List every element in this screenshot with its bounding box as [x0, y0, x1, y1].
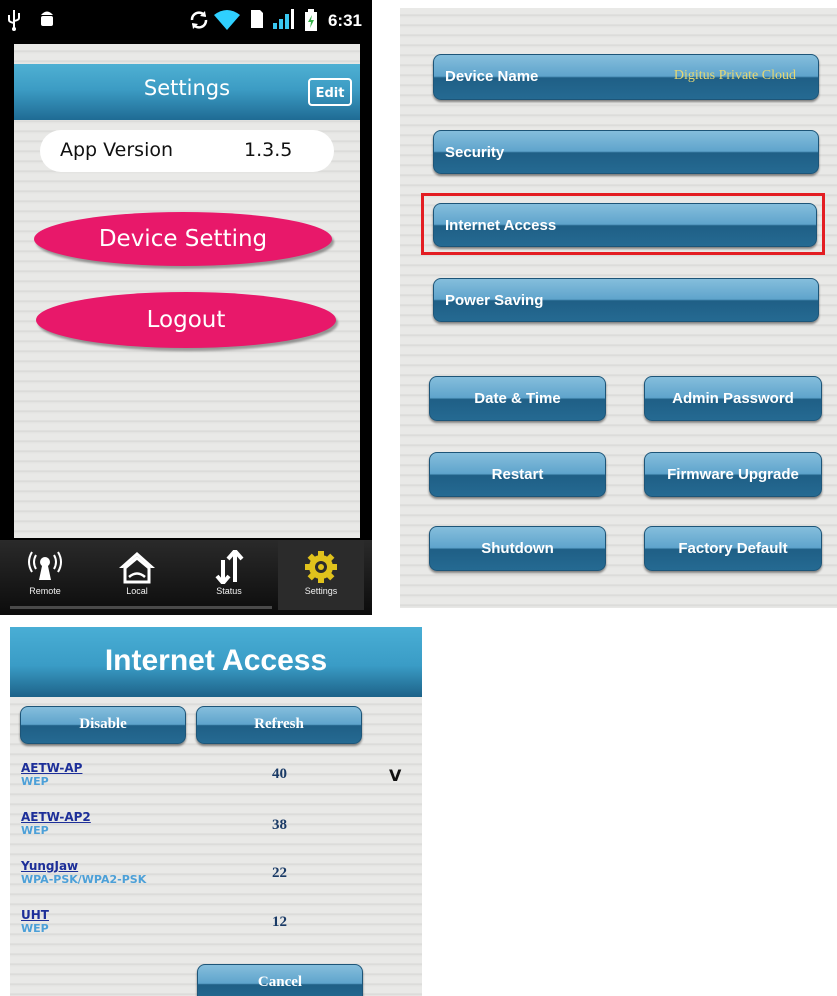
factory-default-label: Factory Default: [678, 540, 788, 557]
power-saving-button[interactable]: Power Saving: [433, 278, 819, 322]
firmware-upgrade-label: Firmware Upgrade: [667, 466, 799, 483]
gear-icon: [278, 550, 364, 584]
network-security: WPA-PSK/WPA2-PSK: [21, 873, 147, 886]
signal-icon: [272, 9, 294, 35]
restart-button[interactable]: Restart: [429, 452, 606, 497]
sim-icon: [250, 9, 264, 35]
battery-icon: [304, 9, 318, 37]
tab-remote[interactable]: Remote: [2, 540, 88, 610]
page-title: Internet Access: [104, 644, 328, 677]
network-entry[interactable]: AETW-AP2 WEP: [21, 810, 91, 837]
network-signal: 40: [272, 766, 287, 782]
power-saving-label: Power Saving: [445, 292, 544, 309]
settings-screen: Settings Edit App Version 1.3.5 Device S…: [14, 44, 360, 538]
tab-local[interactable]: Local: [94, 540, 180, 610]
date-time-button[interactable]: Date & Time: [429, 376, 606, 421]
network-entry[interactable]: AETW-AP WEP: [21, 761, 82, 788]
network-security: WEP: [21, 775, 49, 788]
device-settings-panel: Device Name Digitus Private Cloud Securi…: [400, 8, 837, 608]
network-ssid[interactable]: AETW-AP: [21, 761, 82, 775]
disable-button[interactable]: Disable: [20, 706, 186, 744]
refresh-button[interactable]: Refresh: [196, 706, 362, 744]
network-security: WEP: [21, 922, 49, 935]
restart-label: Restart: [491, 466, 544, 483]
date-time-label: Date & Time: [474, 390, 561, 407]
usb-icon: [6, 9, 22, 37]
cancel-label: Cancel: [257, 974, 303, 990]
clock: 6:31: [327, 11, 362, 30]
network-signal: 22: [272, 865, 287, 881]
tab-settings[interactable]: Settings: [278, 540, 364, 610]
edit-button[interactable]: Edit: [308, 78, 352, 106]
internet-access-header: Internet Access: [10, 627, 422, 697]
house-icon: [94, 550, 180, 584]
security-button[interactable]: Security: [433, 130, 819, 174]
tab-label: Local: [126, 586, 148, 596]
tab-indicator: [10, 606, 272, 609]
tab-bar: Remote Local Status Settings: [0, 540, 372, 615]
phone-screenshot: 6:31 Settings Edit App Version 1.3.5 Dev…: [0, 0, 372, 615]
logout-button[interactable]: Logout: [36, 292, 336, 348]
internet-access-panel: Internet Access Disable Refresh AETW-AP …: [10, 627, 422, 996]
app-version-label: App Version: [60, 139, 174, 161]
wifi-icon: [214, 9, 240, 37]
network-signal: 12: [272, 914, 287, 930]
shutdown-button[interactable]: Shutdown: [429, 526, 606, 571]
device-setting-button[interactable]: Device Setting: [34, 212, 332, 266]
app-header: Settings Edit: [14, 64, 360, 120]
network-ssid[interactable]: AETW-AP2: [21, 810, 91, 824]
cancel-button[interactable]: Cancel: [197, 964, 363, 996]
network-ssid[interactable]: YungJaw: [21, 859, 146, 873]
internet-access-button[interactable]: Internet Access: [433, 203, 817, 247]
android-debug-icon: [38, 9, 56, 35]
app-version-value: 1.3.5: [244, 139, 293, 161]
refresh-label: Refresh: [254, 716, 304, 732]
connected-check-mark: V: [389, 766, 402, 785]
shutdown-label: Shutdown: [481, 540, 554, 557]
admin-password-button[interactable]: Admin Password: [644, 376, 822, 421]
factory-default-button[interactable]: Factory Default: [644, 526, 822, 571]
sync-icon: [188, 9, 210, 37]
tab-label: Status: [216, 586, 242, 596]
network-ssid[interactable]: UHT: [21, 908, 49, 922]
device-name-value: Digitus Private Cloud: [673, 68, 796, 83]
network-entry[interactable]: YungJaw WPA-PSK/WPA2-PSK: [21, 859, 146, 886]
network-security: WEP: [21, 824, 49, 837]
status-bar: 6:31: [0, 0, 372, 44]
network-entry[interactable]: UHT WEP: [21, 908, 49, 935]
tab-label: Remote: [29, 586, 61, 596]
network-signal: 38: [272, 817, 287, 833]
internet-access-label: Internet Access: [445, 217, 557, 234]
security-label: Security: [445, 144, 505, 161]
device-name-button[interactable]: Device Name Digitus Private Cloud: [433, 54, 819, 100]
firmware-upgrade-button[interactable]: Firmware Upgrade: [644, 452, 822, 497]
admin-password-label: Admin Password: [672, 390, 794, 407]
disable-label: Disable: [79, 716, 127, 732]
remote-antenna-icon: [2, 550, 88, 584]
tab-status[interactable]: Status: [186, 540, 272, 610]
up-down-arrows-icon: [186, 547, 272, 587]
tab-label: Settings: [304, 586, 338, 596]
device-name-label: Device Name: [445, 68, 539, 85]
app-version-row: App Version 1.3.5: [40, 130, 334, 172]
